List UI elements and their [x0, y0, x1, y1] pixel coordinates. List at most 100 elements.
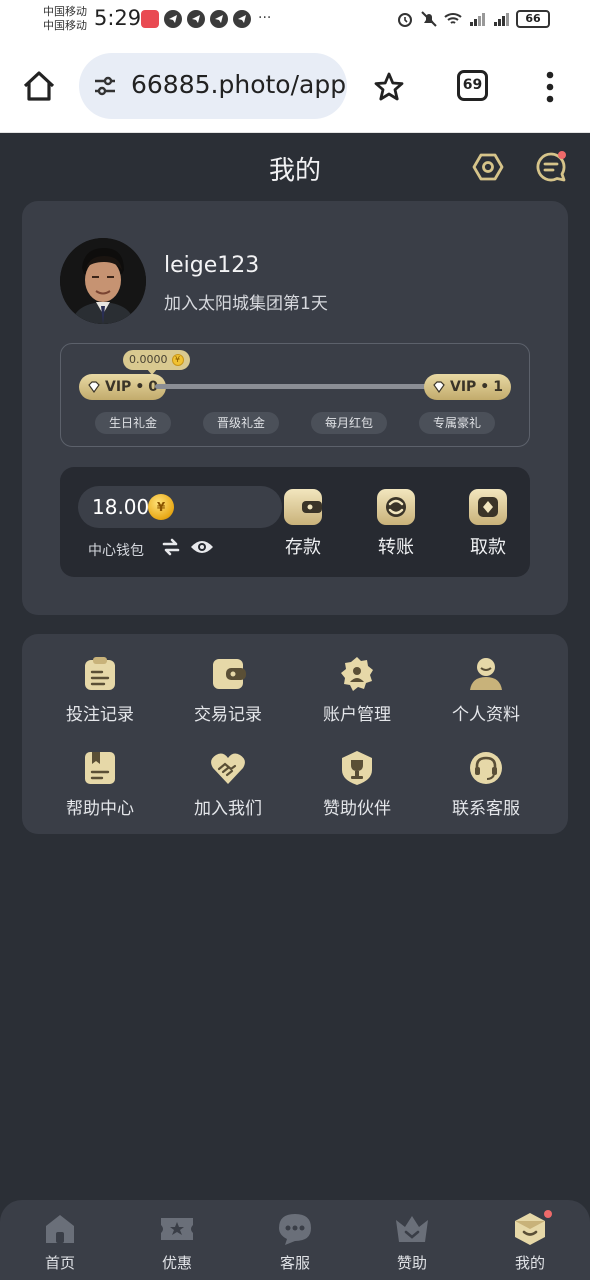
nav-home[interactable]: 首页 — [20, 1212, 100, 1273]
bet-record-icon — [82, 656, 118, 692]
system-icons: 66 — [396, 10, 550, 28]
vip-progress-panel[interactable]: 0.0000 ¥ VIP • 0 VIP • 1 生日礼金 晋级礼金 每月红包 … — [60, 343, 530, 447]
nav-label: 我的 — [514, 1254, 545, 1272]
menu-transaction-record[interactable]: 交易记录 — [173, 656, 283, 725]
vip-progress-value: 0.0000 — [129, 353, 168, 366]
menu-label: 加入我们 — [194, 799, 262, 819]
telegram-icon — [164, 10, 182, 28]
menu-label: 赞助伙伴 — [323, 799, 391, 819]
avatar[interactable] — [60, 238, 146, 324]
nav-service[interactable]: 客服 — [255, 1212, 335, 1273]
menu-account-management[interactable]: 账户管理 — [302, 656, 412, 725]
trophy-shield-icon — [339, 750, 375, 786]
menu-label: 帮助中心 — [66, 799, 134, 819]
chat-icon — [277, 1212, 313, 1246]
menu-customer-service[interactable]: 联系客服 — [431, 750, 541, 819]
withdraw-button[interactable]: 取款 — [453, 489, 523, 559]
menu-bet-record[interactable]: 投注记录 — [45, 656, 155, 725]
bottom-navigation: 首页 优惠 客服 赞助 我的 — [0, 1200, 590, 1280]
nav-label: 首页 — [44, 1254, 75, 1272]
menu-label: 账户管理 — [323, 705, 391, 725]
menu-profile[interactable]: 个人资料 — [431, 656, 541, 725]
gift-birthday[interactable]: 生日礼金 — [95, 412, 171, 434]
alarm-icon — [396, 10, 414, 28]
transfer-label: 转账 — [378, 537, 414, 558]
balance-display: 18.00 ¥ — [78, 486, 282, 528]
mute-icon — [420, 10, 438, 28]
notification-icons: ··· — [141, 10, 271, 28]
nav-label: 赞助 — [396, 1254, 427, 1272]
menu-label: 个人资料 — [452, 705, 520, 725]
join-days-text: 加入太阳城集团第1天 — [164, 294, 328, 314]
menu-grid: 投注记录 交易记录 账户管理 个人资料 帮助中心 加入我们 赞助伙伴 联系客服 — [22, 634, 568, 834]
profile-icon — [468, 656, 504, 692]
gift-monthly[interactable]: 每月红包 — [311, 412, 387, 434]
carrier-1: 中国移动 — [43, 5, 87, 18]
transfer-button[interactable]: 转账 — [361, 489, 431, 559]
site-settings-icon[interactable] — [93, 75, 117, 97]
username: leige123 — [164, 253, 260, 278]
carrier-2: 中国移动 — [43, 19, 87, 32]
settings-hexagon-icon[interactable] — [472, 151, 504, 183]
wallet-label: 中心钱包 — [88, 543, 144, 559]
menu-label: 联系客服 — [452, 799, 520, 819]
account-gear-icon — [339, 656, 375, 692]
nav-label: 客服 — [279, 1254, 310, 1272]
more-notifications-icon: ··· — [258, 10, 272, 26]
withdraw-label: 取款 — [470, 537, 506, 558]
diamond-icon — [88, 381, 100, 394]
vip-gift-list: 生日礼金 晋级礼金 每月红包 专属豪礼 — [95, 412, 495, 434]
vip-progress-track — [155, 384, 437, 389]
url-text: 66885.photo/app — [131, 70, 347, 99]
nav-mine[interactable]: 我的 — [490, 1210, 570, 1273]
menu-join-us[interactable]: 加入我们 — [173, 750, 283, 819]
coin-icon: ¥ — [148, 494, 174, 520]
bookmark-star-icon[interactable] — [372, 70, 406, 104]
help-book-icon — [82, 750, 118, 786]
address-bar[interactable]: 66885.photo/app — [79, 53, 347, 119]
vip-current-badge: VIP • 0 — [79, 374, 167, 400]
coin-icon: ¥ — [171, 354, 184, 366]
vip-next-label: VIP — [449, 379, 477, 395]
home-icon — [42, 1212, 78, 1246]
nav-label: 优惠 — [161, 1254, 192, 1272]
deposit-button[interactable]: 存款 — [268, 489, 338, 559]
transfer-icon — [377, 489, 415, 525]
menu-sponsor-partners[interactable]: 赞助伙伴 — [302, 750, 412, 819]
vip-progress-amount: 0.0000 ¥ — [123, 350, 190, 375]
browser-menu-icon[interactable] — [540, 70, 560, 104]
message-notification-dot — [558, 151, 566, 159]
ticket-icon — [159, 1212, 195, 1246]
vip-next-badge: VIP • 1 — [423, 374, 511, 400]
crown-icon — [394, 1212, 430, 1246]
deposit-label: 存款 — [285, 537, 321, 558]
browser-home-icon[interactable] — [20, 67, 58, 105]
nav-promotions[interactable]: 优惠 — [137, 1212, 217, 1273]
signal-icon — [492, 10, 510, 28]
battery-icon: 66 — [516, 10, 550, 28]
handshake-heart-icon — [210, 750, 246, 786]
vip-current-label: VIP — [105, 379, 132, 395]
nav-sponsor[interactable]: 赞助 — [372, 1212, 452, 1273]
nav-notification-dot — [544, 1210, 552, 1218]
browser-toolbar: 66885.photo/app 69 — [0, 40, 590, 133]
wallet-icon — [284, 489, 322, 525]
eye-icon[interactable] — [190, 538, 214, 556]
tab-switcher-button[interactable]: 69 — [457, 70, 488, 101]
carrier-names: 中国移动 中国移动 — [43, 5, 87, 33]
telegram-icon — [233, 10, 251, 28]
menu-help-center[interactable]: 帮助中心 — [45, 750, 155, 819]
gift-promotion[interactable]: 晋级礼金 — [203, 412, 279, 434]
telegram-icon — [187, 10, 205, 28]
app-notification-icon — [141, 10, 159, 28]
telegram-icon — [210, 10, 228, 28]
menu-label: 交易记录 — [194, 705, 262, 725]
refresh-icon[interactable] — [161, 537, 181, 557]
gift-exclusive[interactable]: 专属豪礼 — [419, 412, 495, 434]
wallet-record-icon — [210, 656, 246, 692]
profile-card: leige123 加入太阳城集团第1天 0.0000 ¥ VIP • 0 VIP… — [22, 201, 568, 615]
vip-next-level: 1 — [493, 379, 503, 395]
status-time: 5:29 — [94, 6, 142, 30]
wifi-icon — [444, 10, 462, 28]
diamond-icon — [433, 381, 445, 394]
